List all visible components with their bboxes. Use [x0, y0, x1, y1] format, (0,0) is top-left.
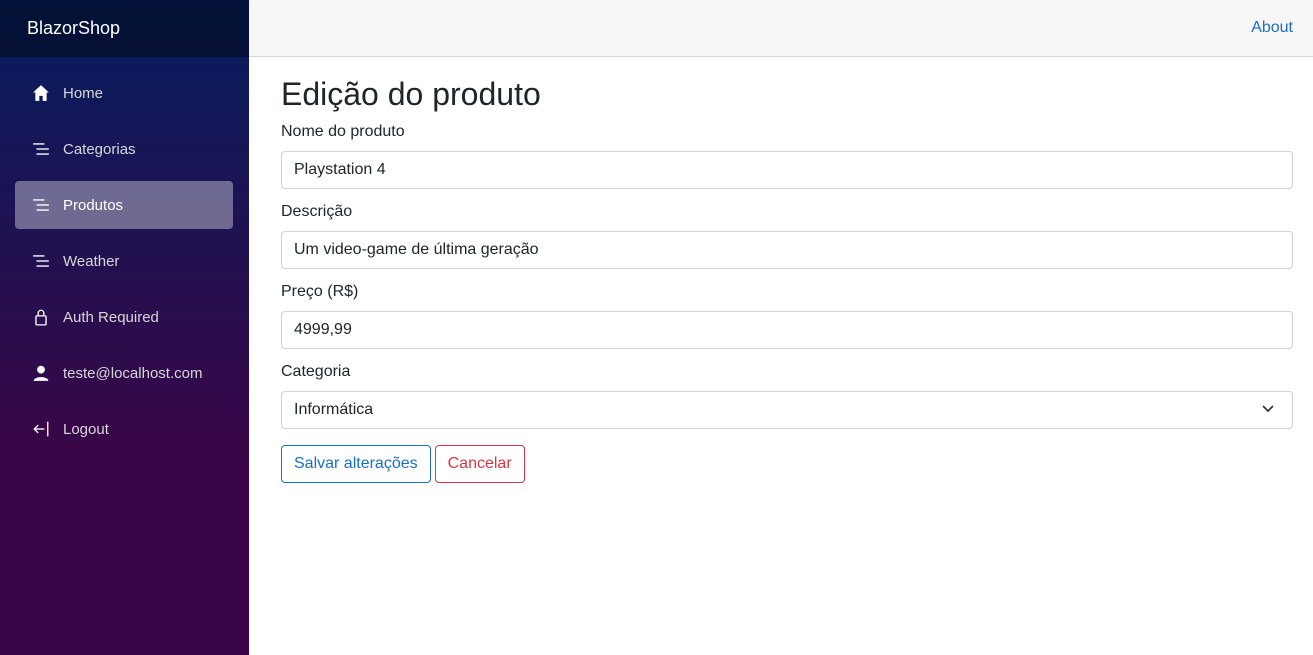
lock-icon — [31, 307, 51, 327]
list-icon — [31, 195, 51, 215]
sidebar-item-categorias[interactable]: Categorias — [15, 125, 233, 173]
chevron-down-icon — [1260, 400, 1280, 421]
price-label: Preço (R$) — [281, 283, 359, 300]
category-selected-value: Informática — [294, 401, 374, 418]
description-label: Descrição — [281, 203, 353, 220]
cancel-button[interactable]: Cancelar — [434, 445, 525, 483]
save-button[interactable]: Salvar alterações — [281, 445, 431, 483]
name-field-group: Nome do produto Playstation 4 — [281, 123, 1293, 189]
category-label: Categoria — [281, 363, 351, 380]
sidebar-item-label: Auth Required — [63, 308, 159, 326]
sidebar-item-produtos[interactable]: Produtos — [15, 181, 233, 229]
sidebar-item-label: Home — [63, 84, 104, 102]
about-link[interactable]: About — [1251, 19, 1293, 37]
category-select[interactable]: Informática — [281, 391, 1293, 429]
list-icon — [31, 251, 51, 271]
form-actions: Salvar alterações Cancelar — [281, 445, 1293, 483]
price-field-group: Preço (R$) 4999,99 — [281, 283, 1293, 349]
sidebar-item-home[interactable]: Home — [15, 69, 233, 117]
brand-bar: BlazorShop — [0, 0, 249, 57]
page-title: Edição do produto — [281, 76, 541, 112]
description-field-group: Descrição Um video-game de última geraçã… — [281, 203, 1293, 269]
top-bar: About — [249, 0, 1313, 57]
sidebar-item-label: Categorias — [63, 140, 136, 158]
main-content: Edição do produto Nome do produto Playst… — [281, 57, 1293, 483]
sidebar-item-label: Produtos — [63, 196, 124, 214]
sidebar-item-label: teste@localhost.com — [63, 364, 203, 382]
sidebar-item-label: Logout — [63, 420, 109, 438]
person-icon — [31, 363, 51, 383]
description-input[interactable]: Um video-game de última geração — [281, 231, 1293, 269]
logout-icon — [31, 419, 51, 439]
name-input[interactable]: Playstation 4 — [281, 151, 1293, 189]
brand-link[interactable]: BlazorShop — [27, 18, 120, 39]
sidebar-item-logout[interactable]: Logout — [15, 405, 233, 453]
sidebar-item-auth-required[interactable]: Auth Required — [15, 293, 233, 341]
price-input[interactable]: 4999,99 — [281, 311, 1293, 349]
sidebar-item-label: Weather — [63, 252, 120, 270]
category-field-group: Categoria Informática — [281, 363, 1293, 429]
sidebar-item-user[interactable]: teste@localhost.com — [15, 349, 233, 397]
sidebar-item-weather[interactable]: Weather — [15, 237, 233, 285]
list-icon — [31, 139, 51, 159]
nav-menu: Home Categorias Produtos Weather Auth Re… — [0, 57, 249, 453]
sidebar: BlazorShop Home Categorias Produtos Weat… — [0, 0, 249, 655]
home-icon — [31, 83, 51, 103]
name-label: Nome do produto — [281, 123, 405, 140]
